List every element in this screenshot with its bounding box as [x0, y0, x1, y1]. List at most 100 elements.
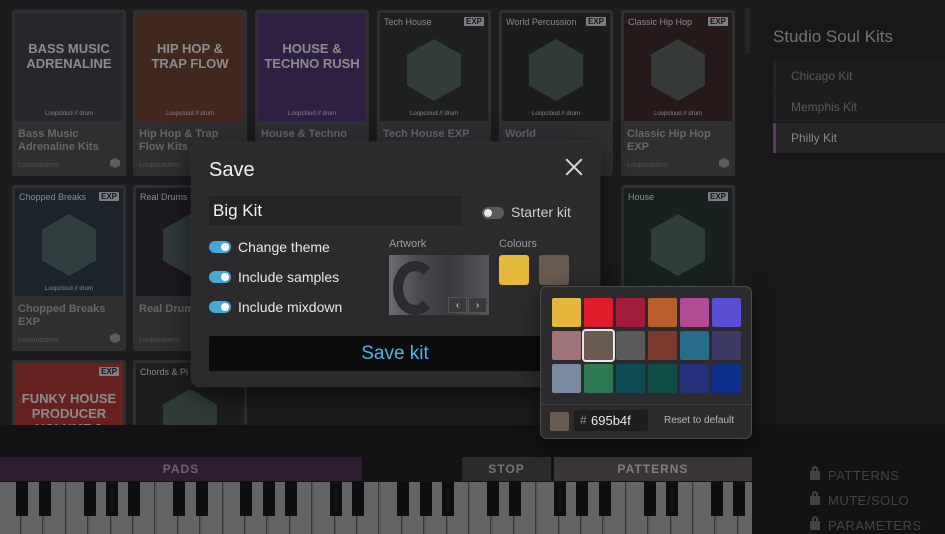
loopcloud-label: Loopcloud // drum	[44, 111, 94, 117]
kit-title: World	[505, 128, 536, 140]
piano-black-key[interactable]	[576, 482, 588, 516]
picker-divider	[541, 404, 751, 405]
colour-option[interactable]	[616, 331, 645, 360]
piano-black-key[interactable]	[711, 482, 723, 516]
lock-patterns[interactable]: PATTERNS	[810, 466, 899, 483]
kit-maker: Loopmasters	[18, 162, 59, 169]
save-kit-button[interactable]: Save kit	[209, 336, 581, 371]
colour-option[interactable]	[582, 329, 615, 362]
sidebar-item-philly-kit[interactable]: Philly Kit	[773, 123, 945, 153]
piano-black-key[interactable]	[733, 482, 745, 516]
colour-option[interactable]	[552, 364, 581, 393]
colour-option[interactable]	[648, 364, 677, 393]
piano-black-key[interactable]	[666, 482, 678, 516]
kit-artwork-graphic	[529, 39, 583, 101]
colour-option[interactable]	[648, 298, 677, 327]
save-dialog: Save Starter kit Change theme Include sa…	[191, 142, 600, 387]
hex-input[interactable]: # 695b4f	[574, 410, 648, 431]
pads-tab[interactable]: PADS	[0, 457, 362, 481]
colour-option[interactable]	[680, 298, 709, 327]
lock-parameters[interactable]: PARAMETERS	[810, 516, 922, 533]
piano-black-key[interactable]	[644, 482, 656, 516]
colour-option[interactable]	[680, 364, 709, 393]
colour-option[interactable]	[712, 331, 741, 360]
kit-name-input[interactable]	[209, 196, 462, 225]
change-theme-label: Change theme	[238, 239, 330, 255]
kit-title: Tech House EXP	[383, 128, 470, 140]
colour-option[interactable]	[648, 331, 677, 360]
colour-option[interactable]	[584, 298, 613, 327]
starter-kit-toggle[interactable]	[482, 207, 504, 219]
change-theme-toggle[interactable]	[209, 241, 231, 253]
toggle-knob	[221, 273, 229, 281]
dialog-title: Save	[209, 159, 255, 181]
piano-black-key[interactable]	[16, 482, 28, 516]
piano-black-key[interactable]	[420, 482, 432, 516]
colour-option[interactable]	[680, 331, 709, 360]
piano-black-key[interactable]	[509, 482, 521, 516]
colour-option[interactable]	[552, 331, 581, 360]
kit-artwork-graphic	[407, 39, 461, 101]
piano-black-key[interactable]	[84, 482, 96, 516]
piano-keyboard[interactable]	[0, 482, 752, 534]
artwork-next-button[interactable]: ›	[468, 297, 487, 313]
kit-card[interactable]: Classic Hip Hop EXP Loopcloud // drum Class…	[621, 10, 735, 176]
piano-black-key[interactable]	[352, 482, 364, 516]
artwork-prev-button[interactable]: ‹	[448, 297, 467, 313]
include-mixdown-toggle[interactable]	[209, 301, 231, 313]
piano-black-key[interactable]	[128, 482, 140, 516]
piano-black-key[interactable]	[397, 482, 409, 516]
piano-black-key[interactable]	[330, 482, 342, 516]
kit-card[interactable]: BASS MUSIC ADRENALINE Loopcloud // drum Ba…	[12, 10, 126, 176]
sidebar-item-chicago-kit[interactable]: Chicago Kit	[773, 61, 945, 91]
kit-genre-tag: Tech House	[384, 17, 432, 27]
colour-swatch-primary[interactable]	[499, 255, 529, 285]
include-samples-toggle[interactable]	[209, 271, 231, 283]
exp-badge: EXP	[707, 17, 728, 26]
piano-black-key[interactable]	[285, 482, 297, 516]
kit-artwork-text: BASS MUSIC ADRENALINE	[26, 41, 112, 71]
colour-option[interactable]	[712, 298, 741, 327]
piano-black-key[interactable]	[196, 482, 208, 516]
sidebar-title: Studio Soul Kits	[773, 27, 894, 46]
kit-artwork: Chopped Breaks EXP Loopcloud // drum	[15, 188, 123, 296]
hash-symbol: #	[580, 413, 587, 427]
lock-mute-solo[interactable]: MUTE/SOLO	[810, 491, 909, 508]
colour-swatch-secondary[interactable]	[539, 255, 569, 285]
reset-to-default-button[interactable]: Reset to default	[664, 415, 734, 426]
kit-artwork-graphic	[651, 214, 705, 276]
piano-black-key[interactable]	[554, 482, 566, 516]
piano-black-key[interactable]	[263, 482, 275, 516]
kit-artwork: HIP HOP & TRAP FLOW Loopcloud // drum	[136, 13, 244, 121]
colour-option[interactable]	[584, 364, 613, 393]
close-icon[interactable]	[565, 158, 583, 176]
piano-black-key[interactable]	[39, 482, 51, 516]
colour-picker-popover: # 695b4f Reset to default	[540, 286, 752, 439]
patterns-tab[interactable]: PATTERNS	[554, 457, 752, 481]
sidebar-item-memphis-kit[interactable]: Memphis Kit	[773, 92, 945, 122]
kit-card[interactable]: EXP FUNKY HOUSE PRODUCER VOLUME 2	[12, 360, 126, 425]
colour-option[interactable]	[616, 364, 645, 393]
kit-artwork-text: HOUSE & TECHNO RUSH	[264, 41, 360, 71]
grid-scrollbar[interactable]	[745, 8, 750, 54]
colour-option[interactable]	[616, 298, 645, 327]
kit-genre-tag: Classic Hip Hop	[628, 17, 693, 27]
kit-artwork: HOUSE & TECHNO RUSH Loopcloud // drum	[258, 13, 366, 121]
kit-maker: Loopmasters	[139, 337, 180, 344]
colour-option[interactable]	[552, 298, 581, 327]
lock-parameters-label: PARAMETERS	[828, 518, 922, 533]
piano-black-key[interactable]	[599, 482, 611, 516]
colours-label: Colours	[499, 238, 537, 250]
piano-black-key[interactable]	[240, 482, 252, 516]
piano-black-key[interactable]	[442, 482, 454, 516]
kit-artwork-text: HIP HOP & TRAP FLOW	[151, 41, 229, 71]
colour-option[interactable]	[712, 364, 741, 393]
piano-black-key[interactable]	[106, 482, 118, 516]
kit-genre-tag: House	[628, 192, 655, 202]
exp-badge: EXP	[98, 192, 119, 201]
piano-black-key[interactable]	[173, 482, 185, 516]
piano-black-key[interactable]	[487, 482, 499, 516]
toggle-knob	[484, 209, 492, 217]
kit-card[interactable]: Chopped Breaks EXP Loopcloud // drum Choppe…	[12, 185, 126, 351]
stop-button[interactable]: STOP	[462, 457, 551, 481]
